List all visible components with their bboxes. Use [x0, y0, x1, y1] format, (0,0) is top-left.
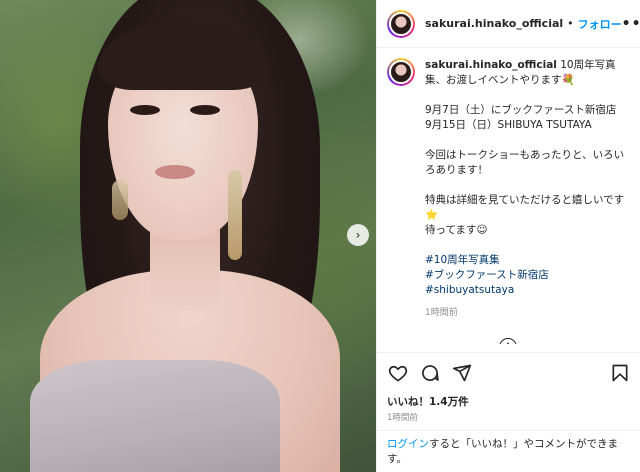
login-link[interactable]: ログイン: [387, 438, 429, 450]
caption-timestamp: 1時間前: [425, 308, 458, 318]
photo-eye-right: [190, 105, 220, 115]
chevron-right-icon: ›: [355, 228, 361, 242]
caption: sakurai.hinako_official 10周年写真集、お渡しイベントや…: [425, 58, 631, 321]
caption-line: 特典は詳細を見ていただけると嬉しいです⭐: [425, 194, 625, 221]
post-header: sakurai.hinako_official • フォロー •••: [377, 0, 640, 48]
photo-earring-left: [112, 180, 128, 220]
hashtag-link[interactable]: #10周年写真集: [425, 253, 631, 268]
photo-eye-left: [130, 105, 160, 115]
separator-dot: •: [567, 17, 574, 30]
header-username[interactable]: sakurai.hinako_official: [425, 17, 563, 30]
caption-row: sakurai.hinako_official 10周年写真集、お渡しイベントや…: [387, 58, 631, 321]
caption-line: 9月7日（土）にブックファースト新宿店: [425, 104, 617, 116]
likes-count[interactable]: いいね！1.4万件: [387, 394, 469, 409]
login-prompt: ログインすると「いいね！」やコメントができます。: [377, 430, 640, 472]
post-photo[interactable]: ›: [0, 0, 376, 472]
bookmark-icon[interactable]: [609, 362, 631, 384]
hashtag-link[interactable]: #shibuyatsutaya: [425, 283, 631, 298]
caption-avatar[interactable]: [387, 58, 415, 86]
photo-earring: [228, 170, 242, 260]
caption-username[interactable]: sakurai.hinako_official: [425, 59, 557, 71]
share-icon[interactable]: [451, 362, 473, 384]
hashtag-link[interactable]: #ブックファースト新宿店: [425, 268, 631, 283]
comment-icon[interactable]: [419, 362, 441, 384]
post-timestamp: 1時間前: [387, 413, 418, 423]
action-bar: [377, 352, 640, 392]
photo-lips: [155, 165, 195, 179]
follow-button[interactable]: フォロー: [578, 16, 622, 32]
caption-line: 9月15日（日）SHIBUYA TSUTAYA: [425, 119, 592, 131]
comments-area: sakurai.hinako_official 10周年写真集、お渡しイベントや…: [377, 48, 640, 344]
caption-line: 今回はトークショーもあったりと、いろいろあります！: [425, 149, 625, 176]
caption-line: 待ってます☺: [425, 224, 488, 236]
photo-dress: [30, 360, 280, 472]
carousel-next-button[interactable]: ›: [347, 224, 369, 246]
avatar[interactable]: [387, 9, 415, 38]
plus-circle-icon[interactable]: +: [499, 338, 517, 344]
heart-icon[interactable]: [387, 362, 409, 384]
more-icon[interactable]: •••: [622, 16, 640, 32]
post-side-panel: sakurai.hinako_official • フォロー ••• sakur…: [376, 0, 640, 472]
